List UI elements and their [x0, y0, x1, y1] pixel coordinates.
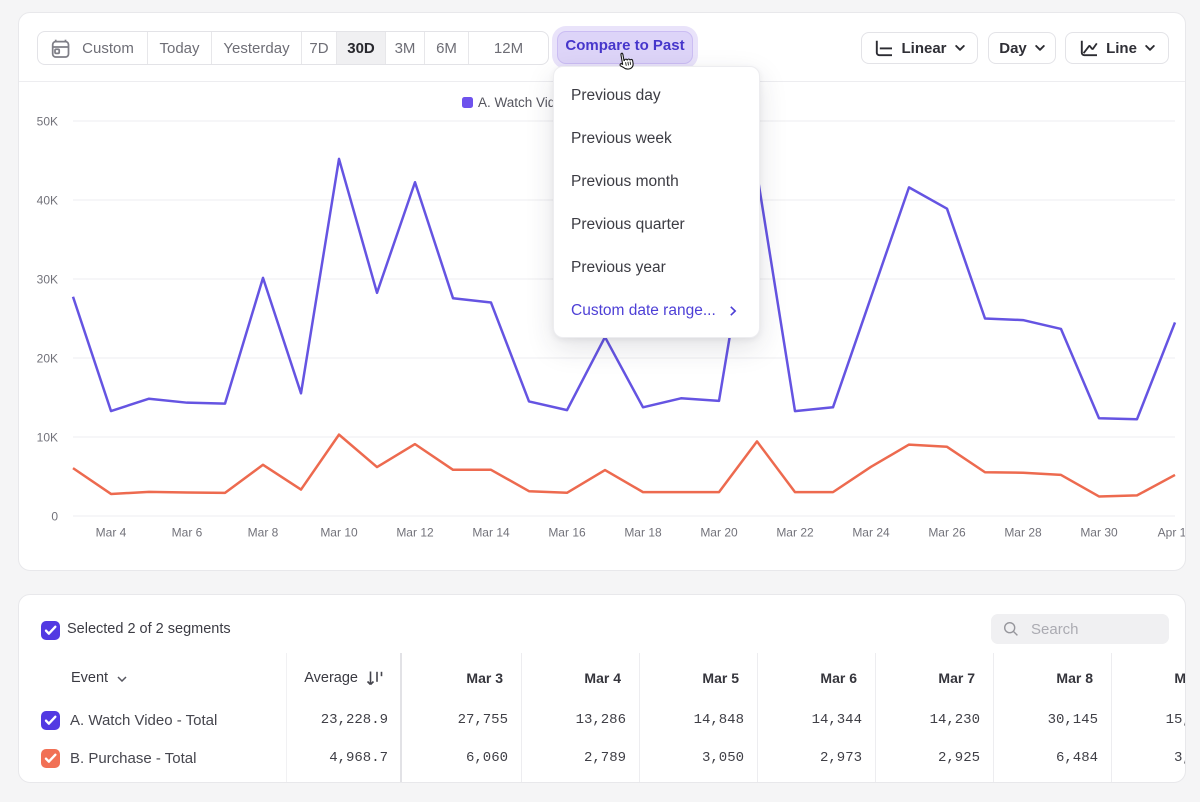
svg-text:50K: 50K: [37, 115, 58, 129]
svg-text:Mar 30: Mar 30: [1080, 526, 1118, 540]
svg-text:Mar 8: Mar 8: [248, 526, 279, 540]
svg-text:Mar 6: Mar 6: [172, 526, 203, 540]
svg-text:Mar 28: Mar 28: [1004, 526, 1042, 540]
svg-text:Mar 14: Mar 14: [472, 526, 510, 540]
svg-text:20K: 20K: [37, 352, 58, 366]
svg-text:0: 0: [51, 510, 58, 524]
svg-text:Apr 1: Apr 1: [1158, 526, 1185, 540]
svg-text:Mar 24: Mar 24: [852, 526, 890, 540]
svg-text:Mar 12: Mar 12: [396, 526, 434, 540]
svg-text:Mar 26: Mar 26: [928, 526, 966, 540]
svg-text:30K: 30K: [37, 273, 58, 287]
svg-text:40K: 40K: [37, 194, 58, 208]
svg-text:Mar 20: Mar 20: [700, 526, 738, 540]
svg-text:Mar 10: Mar 10: [320, 526, 358, 540]
svg-text:Mar 22: Mar 22: [776, 526, 814, 540]
svg-text:Mar 18: Mar 18: [624, 526, 662, 540]
svg-text:Mar 16: Mar 16: [548, 526, 586, 540]
svg-text:10K: 10K: [37, 431, 58, 445]
svg-text:Mar 4: Mar 4: [96, 526, 127, 540]
